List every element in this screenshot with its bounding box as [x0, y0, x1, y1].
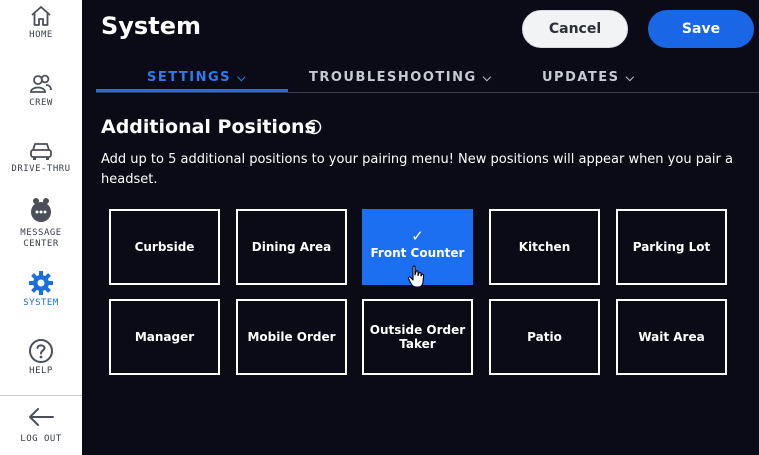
position-tile-label: Outside Order Taker: [369, 323, 466, 351]
position-tile-kitchen[interactable]: Kitchen: [489, 209, 600, 285]
sidebar: HOME CREW DRIVE-THRU MESSAGE CENTER SYST…: [0, 0, 82, 455]
position-tile-patio[interactable]: Patio: [489, 299, 600, 375]
section-description: Add up to 5 additional positions to your…: [101, 152, 733, 187]
nav-home[interactable]: HOME: [0, 4, 82, 41]
gear-icon: [29, 271, 53, 295]
nav-system-label: SYSTEM: [23, 298, 59, 308]
tab-updates[interactable]: UPDATES ⌵: [542, 70, 634, 85]
main-panel: System Cancel Save SETTINGS ⌵ TROUBLESHO…: [82, 0, 759, 455]
tabs-divider: [96, 92, 759, 93]
message-icon: [31, 198, 51, 222]
position-tile-dining-area[interactable]: Dining Area: [236, 209, 347, 285]
nav-system[interactable]: SYSTEM: [0, 270, 82, 309]
position-tile-curbside[interactable]: Curbside: [109, 209, 220, 285]
nav-help-label: HELP: [29, 366, 53, 376]
chevron-down-icon: ⌵: [482, 71, 492, 84]
nav-crew-label: CREW: [29, 98, 53, 108]
sidebar-divider: [0, 395, 82, 396]
save-button[interactable]: Save: [648, 10, 754, 48]
arrow-left-icon: [29, 408, 54, 426]
tab-settings[interactable]: SETTINGS ⌵: [147, 70, 245, 85]
section-title: Additional Positions: [101, 116, 316, 138]
cancel-button[interactable]: Cancel: [522, 10, 628, 48]
nav-log-out-label: LOG OUT: [20, 434, 62, 444]
help-icon: [29, 339, 53, 363]
tab-settings-label: SETTINGS: [147, 70, 232, 85]
nav-home-label: HOME: [29, 30, 53, 40]
car-icon: [30, 143, 52, 160]
checkmark-icon: ✓: [411, 227, 424, 245]
tab-troubleshooting[interactable]: TROUBLESHOOTING ⌵: [309, 70, 491, 85]
info-icon[interactable]: [306, 119, 322, 135]
tab-bar: SETTINGS ⌵ TROUBLESHOOTING ⌵ UPDATES ⌵: [96, 64, 759, 92]
position-tile-wait-area[interactable]: Wait Area: [616, 299, 727, 375]
nav-drive-thru[interactable]: DRIVE-THRU: [0, 140, 82, 175]
chevron-down-icon: ⌵: [625, 71, 634, 84]
tab-troubleshooting-label: TROUBLESHOOTING: [309, 70, 477, 85]
chevron-down-icon: ⌵: [237, 71, 246, 84]
position-tile-manager[interactable]: Manager: [109, 299, 220, 375]
home-icon: [31, 6, 51, 26]
nav-help[interactable]: HELP: [0, 338, 82, 377]
nav-message-center-label: MESSAGE CENTER: [20, 228, 62, 249]
position-tile-outside-order-taker[interactable]: Outside Order Taker: [362, 299, 473, 375]
page-title: System: [101, 12, 201, 40]
position-tile-label: Front Counter: [370, 246, 465, 260]
nav-crew[interactable]: CREW: [0, 72, 82, 109]
position-tile-mobile-order[interactable]: Mobile Order: [236, 299, 347, 375]
nav-message-center[interactable]: MESSAGE CENTER: [0, 196, 82, 250]
hand-cursor-icon: [407, 265, 425, 288]
tab-updates-label: UPDATES: [542, 70, 620, 85]
crew-icon: [30, 74, 52, 93]
nav-drive-thru-label: DRIVE-THRU: [11, 164, 71, 174]
nav-log-out[interactable]: LOG OUT: [0, 406, 82, 445]
position-tile-parking-lot[interactable]: Parking Lot: [616, 209, 727, 285]
